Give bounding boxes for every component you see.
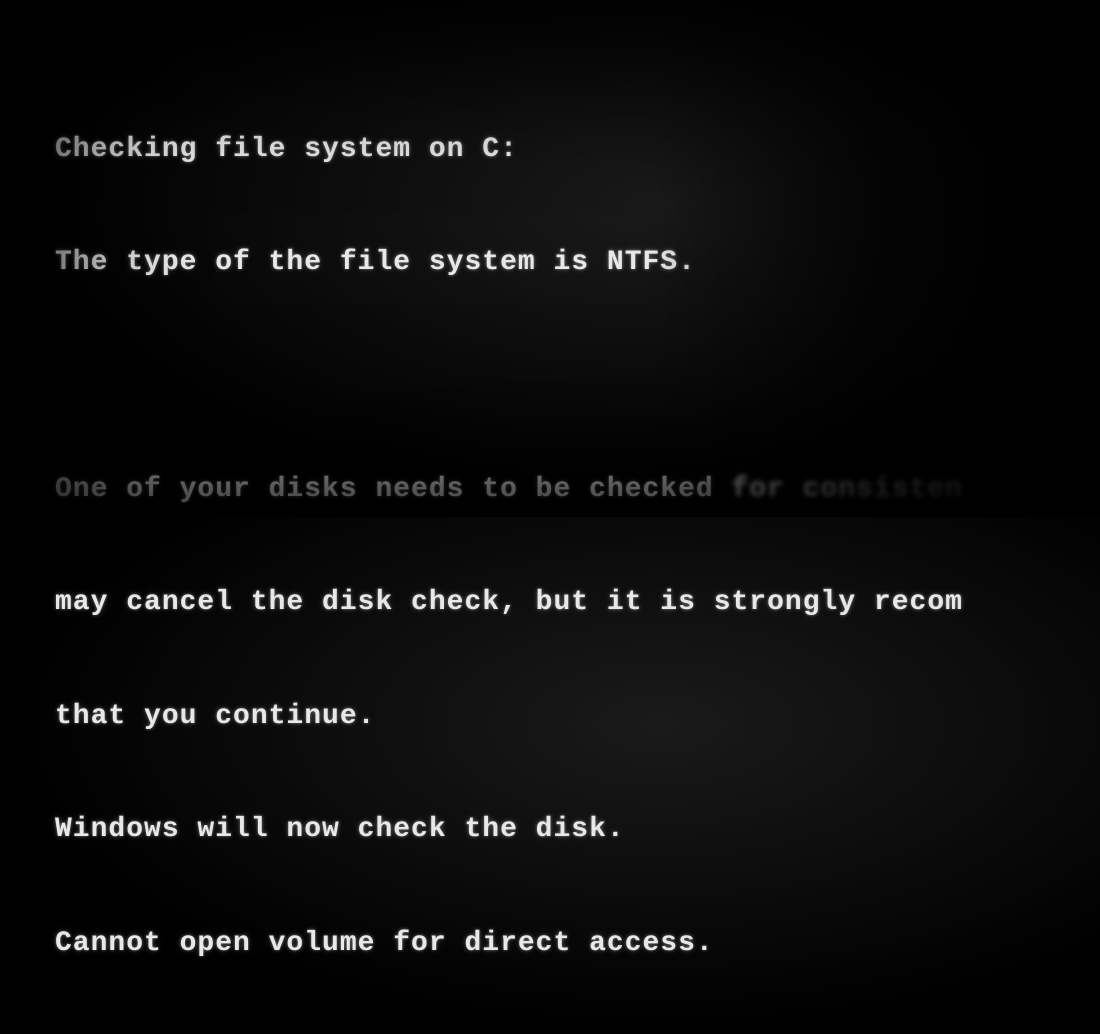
console-line: that you continue. (55, 698, 1100, 736)
console-line: One of your disks needs to be checked fo… (55, 471, 1100, 509)
boot-console-screen: Checking file system on C: The type of t… (0, 0, 1100, 1034)
console-line: Windows will now check the disk. (55, 811, 1100, 849)
console-line: Cannot open volume for direct access. (55, 925, 1100, 963)
console-line: Checking file system on C: (55, 131, 1100, 169)
console-blank-line (55, 357, 1100, 395)
console-line: The type of the file system is NTFS. (55, 244, 1100, 282)
console-line: may cancel the disk check, but it is str… (55, 584, 1100, 622)
